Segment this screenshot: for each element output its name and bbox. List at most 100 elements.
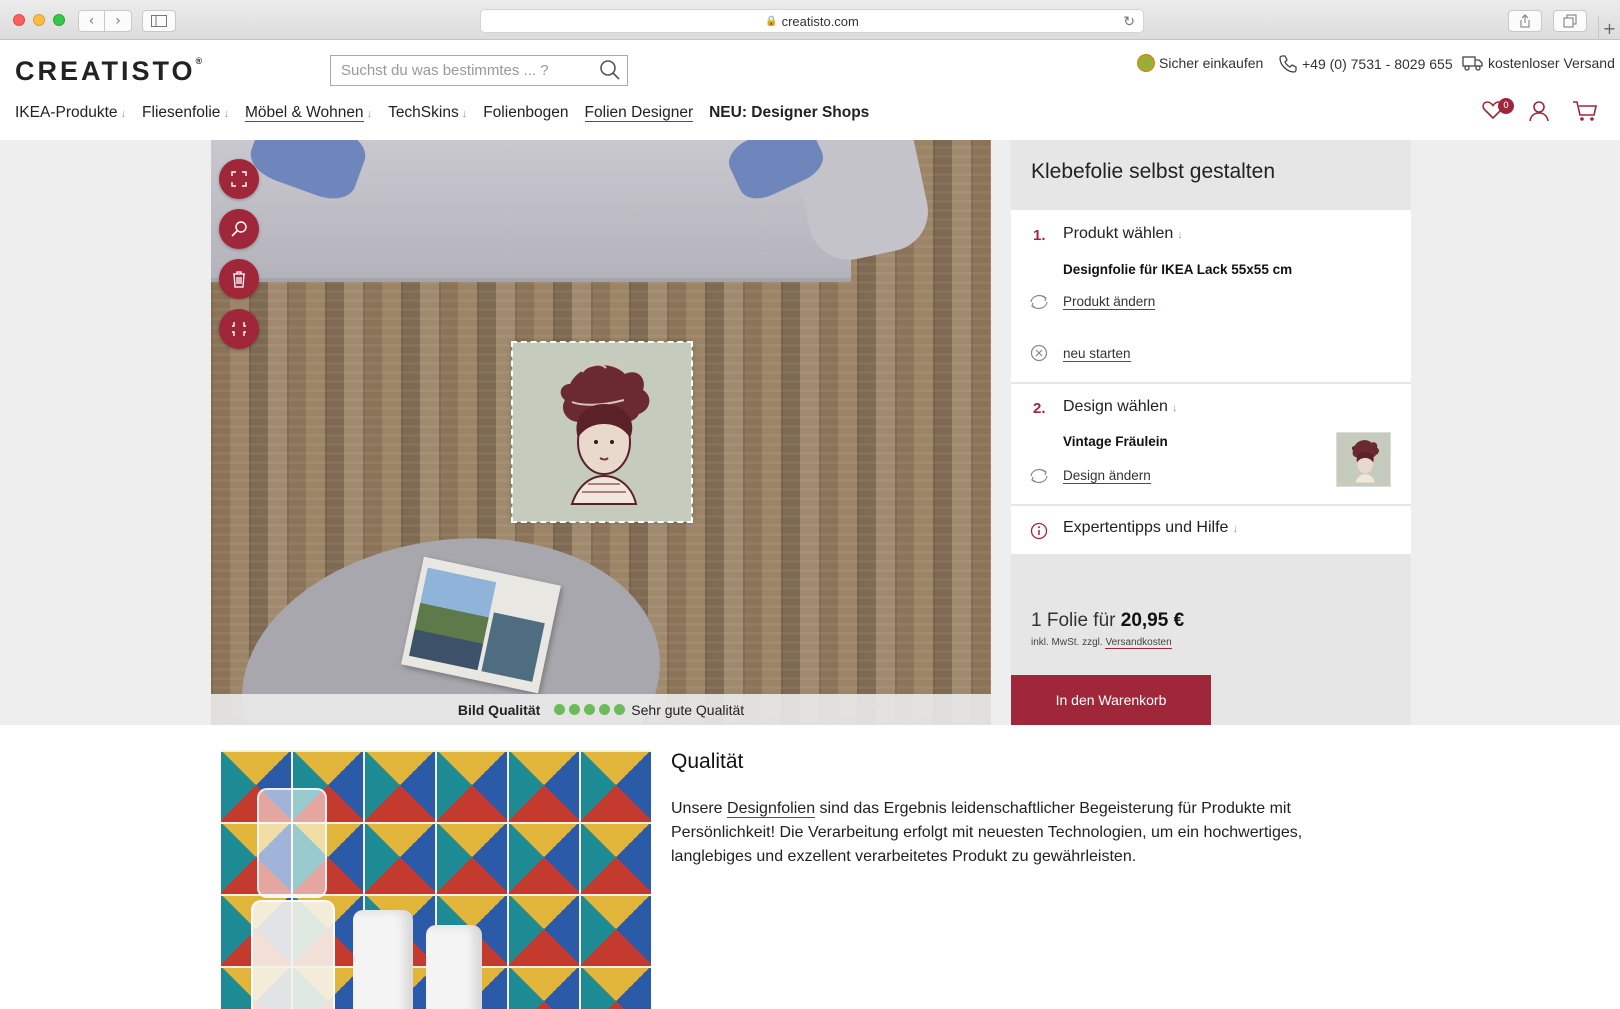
url-text: creatisto.com: [781, 13, 859, 29]
moroccan-tiles-kitchen-image: [221, 750, 651, 1009]
step-title-text: Produkt wählen: [1063, 225, 1174, 242]
tabs-overview-button[interactable]: [1553, 10, 1587, 32]
search-placeholder: Suchst du was bestimmtes ... ?: [341, 62, 549, 79]
nav-label: TechSkins: [388, 104, 459, 121]
delete-button[interactable]: [219, 259, 259, 299]
history-nav: ‹ ›: [78, 10, 132, 32]
forward-button[interactable]: ›: [105, 10, 132, 32]
account-button[interactable]: [1528, 100, 1550, 122]
step-help-title: Expertentipps und Hilfe ↓: [1063, 519, 1238, 537]
editor-tools: [219, 159, 259, 349]
price-note-prefix: inkl. MwSt. zzgl.: [1031, 637, 1103, 648]
vintage-lady-thumbnail: [1351, 440, 1379, 483]
step-product-title[interactable]: Produkt wählen ↓: [1063, 225, 1183, 243]
trust-phone-label: +49 (0) 7531 - 8029 655: [1302, 56, 1453, 72]
magnifier-icon: [231, 221, 247, 237]
wishlist-button[interactable]: 0: [1482, 98, 1514, 120]
trust-phone[interactable]: +49 (0) 7531 - 8029 655: [1278, 54, 1453, 74]
sidebar-toggle-button[interactable]: [142, 10, 176, 32]
chevron-left-icon: ‹: [88, 13, 95, 29]
step-design-title[interactable]: Design wählen ↓: [1063, 398, 1177, 416]
quality-text-part: Unsere: [671, 800, 728, 817]
rice-jar-image: [251, 900, 335, 1009]
change-cycle-icon: [1030, 295, 1048, 309]
close-window-button[interactable]: [13, 14, 25, 26]
wishlist-count-badge: 0: [1498, 98, 1514, 114]
price-prefix: 1 Folie für: [1031, 610, 1116, 631]
reload-icon[interactable]: ↻: [1123, 13, 1135, 30]
arrow-down-icon: ↓: [1177, 229, 1183, 241]
site-logo[interactable]: CREATISTO®: [15, 56, 202, 87]
cart-button[interactable]: [1572, 100, 1598, 122]
change-design-link[interactable]: Design ändern: [1063, 468, 1151, 484]
trust-shipping: kostenloser Versand: [1462, 54, 1615, 72]
selected-product-name: Designfolie für IKEA Lack 55x55 cm: [1063, 262, 1293, 277]
image-quality-bar: Bild Qualität Sehr gute Qualität: [211, 694, 991, 725]
search-icon[interactable]: [599, 59, 621, 81]
nav-label: Folien Designer: [584, 104, 694, 122]
quality-dot: [569, 704, 581, 715]
minimize-window-button[interactable]: [33, 14, 45, 26]
white-canister-image: [426, 925, 482, 1009]
vintage-lady-illustration: [560, 361, 650, 505]
quality-value: Sehr gute Qualität: [631, 701, 745, 718]
share-button[interactable]: [1508, 10, 1542, 32]
change-cycle-icon: [1030, 469, 1048, 483]
step-design: 2. Design wählen ↓ Vintage Fräulein Desig…: [1011, 382, 1411, 504]
new-tab-button[interactable]: +: [1598, 16, 1620, 40]
info-icon: [1030, 522, 1048, 540]
trust-secure: Sicher einkaufen: [1137, 54, 1263, 72]
quality-dot: [614, 704, 626, 715]
phone-icon: [1279, 55, 1297, 73]
nav-item-moebel-wohnen[interactable]: Möbel & Wohnen ↓: [244, 104, 372, 122]
nav-item-techskins[interactable]: TechSkins ↓: [388, 104, 467, 122]
nav-item-folienbogen[interactable]: Folienbogen: [483, 104, 568, 122]
shipping-costs-link[interactable]: Versandkosten: [1105, 637, 1172, 649]
restart-link[interactable]: neu starten: [1063, 346, 1131, 362]
change-product-link[interactable]: Produkt ändern: [1063, 294, 1156, 310]
quality-label: Bild Qualität: [457, 701, 541, 718]
sidebar-icon: [151, 15, 167, 27]
window-controls: [13, 14, 65, 26]
price-value: 20,95 €: [1120, 610, 1185, 631]
nav-item-ikea-produkte[interactable]: IKEA-Produkte ↓: [15, 104, 126, 122]
quality-section-text: Unsere Designfolien sind das Ergebnis le…: [671, 797, 1351, 869]
shopping-cart-icon: [1573, 101, 1597, 121]
price-note: inkl. MwSt. zzgl. Versandkosten: [1031, 637, 1172, 649]
zoom-button[interactable]: [219, 209, 259, 249]
shrink-icon: [232, 322, 246, 336]
step-help[interactable]: Expertentipps und Hilfe ↓: [1011, 504, 1411, 554]
search-input[interactable]: Suchst du was bestimmtes ... ?: [330, 55, 628, 86]
browser-toolbar: ‹ › 🔒 creatisto.com ↻ +: [0, 0, 1620, 40]
design-preview-tile[interactable]: [511, 341, 693, 523]
nav-item-folien-designer[interactable]: Folien Designer: [584, 104, 694, 122]
nav-item-designer-shops[interactable]: NEU: Designer Shops: [709, 104, 869, 122]
selected-design-name: Vintage Fräulein: [1063, 434, 1168, 449]
price-line: 1 Folie für 20,95 €: [1031, 610, 1184, 632]
panel-title: Klebefolie selbst gestalten: [1031, 160, 1275, 183]
close-circle-icon: [1030, 344, 1048, 362]
pasta-jar-image: [257, 788, 327, 898]
trust-shipping-label: kostenloser Versand: [1488, 55, 1615, 71]
designfolien-link[interactable]: Designfolien: [727, 800, 816, 818]
maximize-window-button[interactable]: [53, 14, 65, 26]
white-canister-image: [353, 910, 413, 1009]
tabs-icon: [1563, 14, 1577, 28]
user-icon: [1529, 101, 1549, 122]
share-icon: [1520, 14, 1530, 28]
nav-label: Fliesenfolie: [142, 104, 221, 121]
nav-label: NEU: Designer Shops: [709, 104, 870, 121]
nav-item-fliesenfolie[interactable]: Fliesenfolie ↓: [142, 104, 229, 122]
quality-rating-dots: [554, 704, 626, 715]
fullscreen-button[interactable]: [219, 159, 259, 199]
shrink-button[interactable]: [219, 309, 259, 349]
quality-dot: [584, 704, 596, 715]
logo-text: CREATISTO: [15, 56, 196, 86]
design-thumbnail[interactable]: [1336, 432, 1391, 487]
step-product: 1. Produkt wählen ↓ Designfolie für IKEA …: [1011, 208, 1411, 382]
configurator-panel: Klebefolie selbst gestalten 1. Produkt w…: [1011, 140, 1411, 725]
address-bar[interactable]: 🔒 creatisto.com ↻: [480, 9, 1144, 33]
step-number: 1.: [1033, 227, 1046, 244]
back-button[interactable]: ‹: [78, 10, 105, 32]
add-to-cart-button[interactable]: In den Warenkorb: [1011, 675, 1211, 725]
